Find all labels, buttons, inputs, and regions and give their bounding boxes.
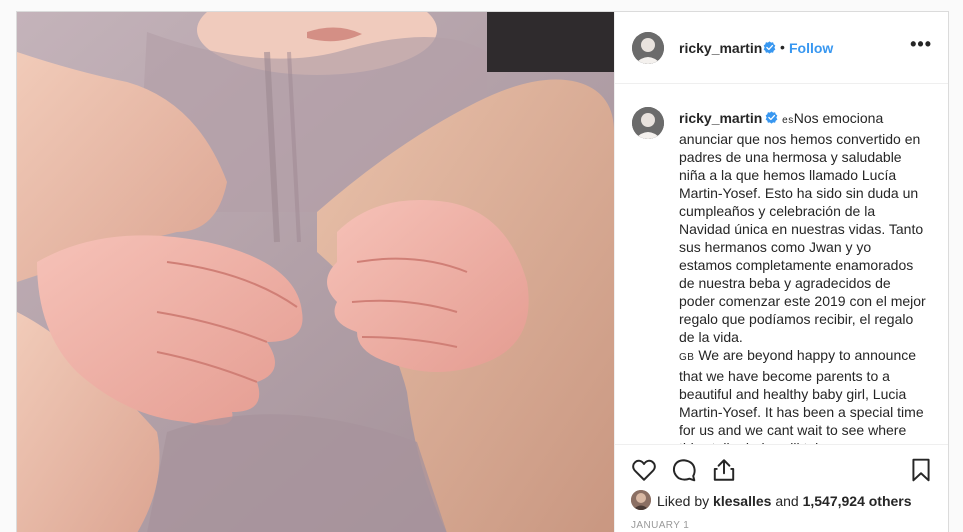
caption-spanish-text: Nos emociona anunciar que nos hemos conv… — [679, 110, 926, 345]
share-icon[interactable] — [711, 457, 737, 483]
separator-dot: • — [780, 39, 785, 55]
likes-count[interactable]: 1,547,924 others — [803, 493, 912, 509]
likes-prefix: Liked by — [657, 493, 714, 509]
verified-badge-icon — [765, 111, 778, 124]
post-date[interactable]: JANUARY 1 — [631, 520, 689, 531]
verified-badge-icon — [763, 41, 776, 54]
comment-icon[interactable] — [671, 457, 697, 483]
photo-illustration — [17, 12, 614, 532]
post-sidebar: ricky_martin • Follow ••• ricky_martin e… — [614, 12, 948, 532]
instagram-post: ricky_martin • Follow ••• ricky_martin e… — [16, 11, 949, 532]
more-options-icon[interactable]: ••• — [910, 34, 932, 55]
caption-area: ricky_martin esNos emociona anunciar que… — [615, 84, 948, 444]
avatar-image — [631, 490, 651, 510]
author-username[interactable]: ricky_martin — [679, 40, 762, 56]
spanish-flag-label: es — [782, 115, 794, 126]
liker-username[interactable]: klesalles — [713, 493, 771, 509]
caption-avatar[interactable] — [632, 107, 664, 139]
post-photo[interactable] — [17, 12, 614, 532]
caption-english-text: We are beyond happy to announce that we … — [679, 347, 924, 444]
post-header: ricky_martin • Follow ••• — [615, 12, 948, 84]
heart-icon[interactable] — [631, 457, 657, 483]
follow-button[interactable]: Follow — [789, 40, 833, 56]
author-avatar[interactable] — [632, 32, 664, 64]
avatar-image — [632, 107, 664, 139]
bookmark-icon[interactable] — [908, 457, 934, 483]
caption-username[interactable]: ricky_martin — [679, 110, 762, 126]
liker-avatar[interactable] — [631, 490, 651, 510]
caption-text: ricky_martin esNos emociona anunciar que… — [679, 109, 927, 444]
avatar-image — [632, 32, 664, 64]
english-flag-label: GB — [679, 352, 695, 363]
action-bar — [615, 444, 948, 484]
likes-middle: and — [771, 493, 803, 509]
likes-text: Liked by klesalles and 1,547,924 others — [657, 493, 912, 509]
